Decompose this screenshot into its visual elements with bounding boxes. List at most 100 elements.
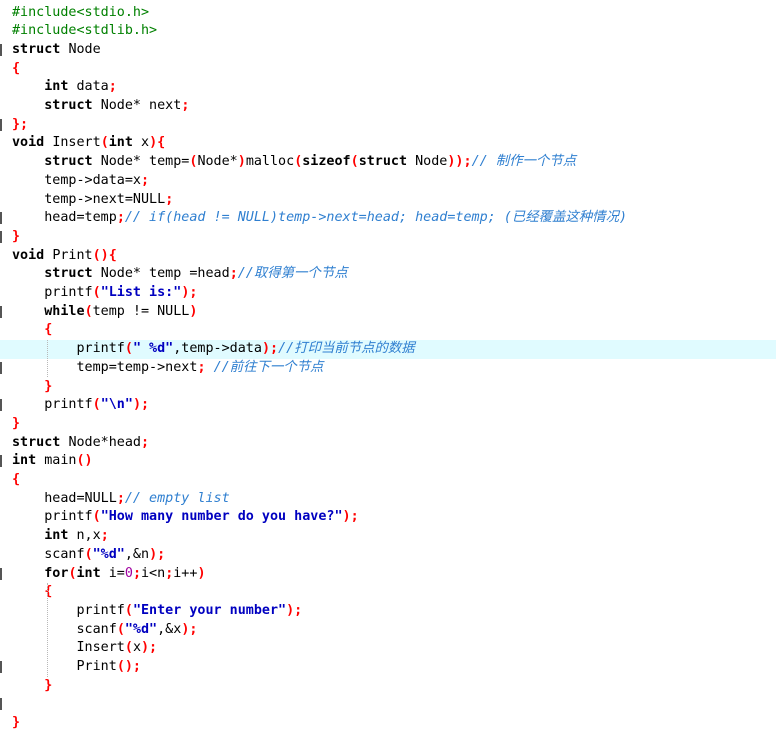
code-token: int — [108, 135, 141, 151]
code-token: Insert — [12, 640, 125, 656]
fold-marker-icon[interactable] — [0, 305, 2, 318]
fold-marker-icon[interactable] — [0, 567, 2, 580]
code-line[interactable]: head=NULL;// empty list — [0, 490, 776, 509]
code-token: { — [12, 472, 21, 487]
code-token: int — [44, 79, 77, 95]
code-token: ( — [92, 397, 101, 413]
code-line-text: } — [12, 677, 52, 696]
code-line[interactable]: while(temp != NULL) — [0, 303, 776, 322]
code-token: printf — [12, 602, 125, 618]
code-token: temp=temp->next — [12, 359, 198, 375]
code-token: ); — [181, 285, 198, 300]
code-line-text: void Print(){ — [12, 247, 117, 266]
code-line[interactable]: head=temp;// if(head != NULL)temp->next=… — [0, 209, 776, 228]
code-token: } — [12, 415, 21, 431]
code-line[interactable] — [0, 695, 776, 714]
code-token: printf — [12, 341, 125, 357]
code-line[interactable]: #include<stdio.h> — [0, 4, 776, 23]
code-line[interactable]: void Insert(int x){ — [0, 134, 776, 153]
code-line[interactable]: temp->next=NULL; — [0, 191, 776, 210]
code-token: ; — [141, 172, 150, 188]
code-line[interactable]: for(int i=0;i<n;i++) — [0, 565, 776, 584]
code-token: int — [44, 528, 77, 544]
code-line[interactable]: Insert(x); — [0, 639, 776, 658]
code-line-text: int n,x; — [12, 527, 109, 546]
code-line[interactable]: printf("\n"); — [0, 396, 776, 415]
code-line[interactable]: printf("How many number do you have?"); — [0, 508, 776, 527]
code-line-text: temp->data=x; — [12, 172, 149, 191]
code-line[interactable]: scanf("%d",&x); — [0, 621, 776, 640]
code-token: sizeof — [302, 154, 351, 170]
code-line[interactable]: printf("Enter your number"); — [0, 602, 776, 621]
code-line[interactable]: struct Node*head; — [0, 434, 776, 453]
code-line[interactable]: Print(); — [0, 658, 776, 677]
code-token: () — [76, 453, 93, 469]
code-token: i<n — [141, 565, 166, 581]
code-line-text: struct Node — [12, 41, 101, 60]
code-line[interactable]: { — [0, 60, 776, 79]
code-token: Node*head — [68, 434, 141, 450]
code-line[interactable]: temp->data=x; — [0, 172, 776, 191]
code-token: ; — [181, 98, 190, 113]
code-token: #include<stdio.h> — [12, 4, 150, 20]
fold-marker-icon[interactable] — [0, 230, 2, 243]
code-line-text: { — [12, 60, 20, 79]
code-line[interactable]: struct Node* temp =head;//取得第一个节点 — [0, 265, 776, 284]
code-line[interactable]: struct Node* temp=(Node*)malloc(sizeof(s… — [0, 153, 776, 172]
code-token: ); — [132, 397, 150, 413]
code-token: "%d" — [124, 621, 158, 637]
code-line-text: printf("List is:"); — [12, 284, 197, 303]
code-line[interactable]: } — [0, 415, 776, 434]
fold-marker-icon[interactable] — [0, 399, 2, 412]
code-line[interactable]: struct Node* next; — [0, 97, 776, 116]
code-line[interactable]: } — [0, 378, 776, 397]
code-line-text: #include<stdio.h> — [12, 4, 149, 23]
code-line[interactable]: int data; — [0, 78, 776, 97]
code-token: ; — [141, 434, 150, 450]
fold-marker-icon[interactable] — [0, 361, 2, 374]
code-line[interactable]: { — [0, 321, 776, 340]
fold-marker-icon[interactable] — [0, 698, 2, 711]
fold-marker-icon[interactable] — [0, 455, 2, 468]
code-line[interactable]: }; — [0, 116, 776, 135]
code-token: struct — [12, 41, 69, 57]
code-token: while — [44, 303, 85, 319]
code-token: Node* temp= — [100, 154, 190, 170]
code-token: printf — [12, 285, 93, 300]
code-token: } — [12, 228, 21, 244]
code-line[interactable]: scanf("%d",&n); — [0, 546, 776, 565]
code-token: } — [12, 715, 21, 731]
code-line[interactable]: struct Node — [0, 41, 776, 60]
code-line-current[interactable]: printf(" %d",temp->data);//打印当前节点的数据 — [0, 340, 776, 359]
fold-marker-icon[interactable] — [0, 661, 2, 673]
code-token: temp != NULL — [92, 303, 190, 319]
code-line[interactable]: } — [0, 714, 776, 733]
code-editor[interactable]: #include<stdio.h> #include<stdlib.h> struc… — [0, 0, 776, 746]
code-token: "List is:" — [100, 285, 182, 300]
code-line[interactable]: { — [0, 583, 776, 602]
fold-marker-icon[interactable] — [0, 43, 2, 56]
code-token: Node* temp =head — [100, 266, 230, 282]
code-token: ; — [108, 79, 117, 95]
code-line-text: struct Node* temp =head;//取得第一个节点 — [12, 265, 347, 284]
code-token: ; — [116, 210, 125, 226]
code-line[interactable]: } — [0, 228, 776, 247]
code-line[interactable]: } — [0, 677, 776, 696]
code-line[interactable]: int n,x; — [0, 527, 776, 546]
code-line[interactable]: int main() — [0, 452, 776, 471]
code-line[interactable]: { — [0, 471, 776, 490]
code-token: temp->data=x — [12, 172, 141, 188]
code-line[interactable]: printf("List is:"); — [0, 284, 776, 303]
code-line[interactable]: void Print(){ — [0, 247, 776, 266]
code-line[interactable]: temp=temp->next; //前往下一个节点 — [0, 359, 776, 378]
code-token: ( — [84, 303, 93, 319]
code-token: //前往下一个节点 — [213, 359, 324, 375]
code-token: for — [44, 565, 69, 581]
code-line[interactable]: #include<stdlib.h> — [0, 22, 776, 41]
fold-marker-icon[interactable] — [0, 118, 2, 131]
code-token: scanf — [12, 546, 85, 562]
fold-marker-icon[interactable] — [0, 212, 2, 225]
